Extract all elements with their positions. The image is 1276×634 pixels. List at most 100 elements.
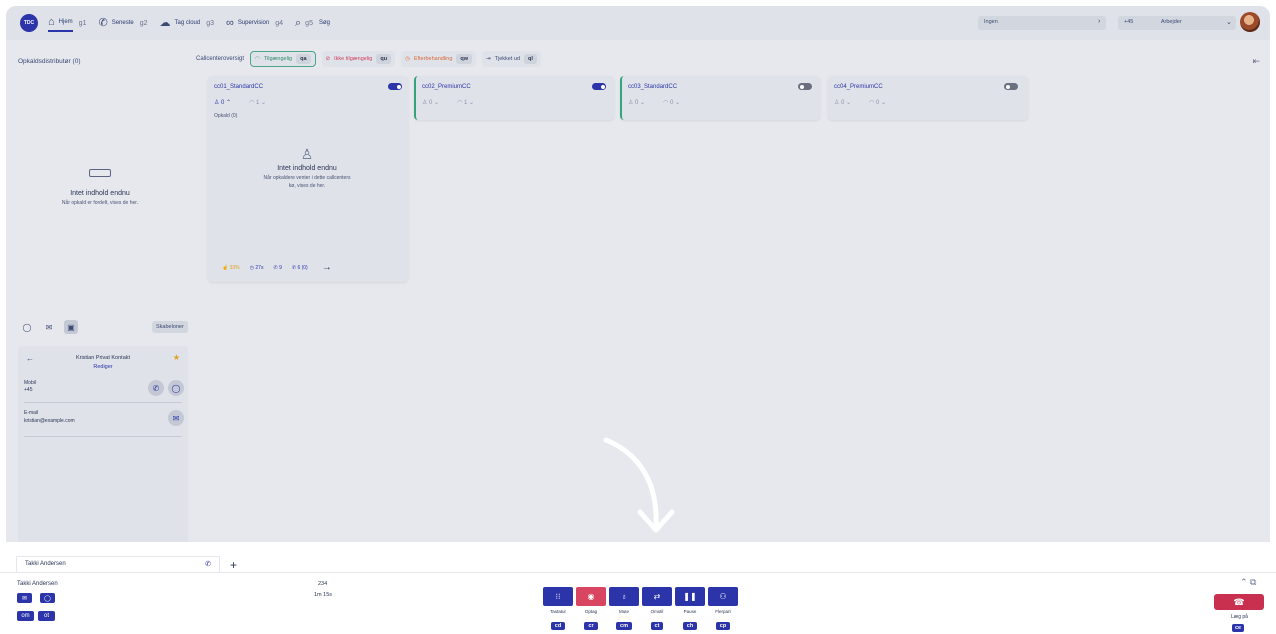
cc02-stats: ♙ 0 ⌄ ◠ 1 ⌄ — [422, 99, 474, 106]
hangup-button[interactable]: ☎ — [1214, 594, 1264, 610]
cc02-queue: ◠ 1 ⌄ — [457, 100, 475, 106]
main-nav: ⌂ Hjem g1 ✆ Seneste g2 ☁ Tag cloud g3 ∞ … — [48, 14, 330, 32]
contact-edit-link[interactable]: Rediger — [18, 364, 188, 370]
email-contact-button[interactable]: ✉ — [168, 410, 184, 426]
nav-supervision[interactable]: ∞ Supervision — [226, 14, 269, 32]
templates-button[interactable]: Skabeloner — [152, 321, 188, 333]
cc01-stats: ♙ 0 ⌃ ◠ 1 ⌄ — [214, 99, 266, 106]
mail-caller-button[interactable]: ✉ — [17, 593, 32, 603]
chevron-down-icon: ⌄ — [1226, 19, 1232, 26]
phone-icon: ✆ — [205, 561, 211, 568]
cc04-toggle[interactable] — [1004, 83, 1018, 90]
nav-recent-shortcut: g2 — [139, 19, 148, 27]
pause-control[interactable]: ❚❚ Pause ch — [675, 587, 705, 632]
keypad-control[interactable]: ⁝⁝ Tastatur cd — [543, 587, 573, 632]
nav-recent[interactable]: ✆ Seneste — [98, 14, 133, 32]
avatar[interactable] — [1240, 12, 1260, 32]
contact-card: ← Kristian Privat Kontakt Rediger ★ Mobi… — [18, 346, 188, 542]
filter-unavailable[interactable]: ⊘ Ikke tilgængelig qu — [321, 51, 396, 67]
cc01-name: cc01_StandardCC — [214, 84, 264, 90]
star-icon[interactable]: ★ — [173, 353, 180, 362]
conference-control[interactable]: ⚇ Flerpart cp — [708, 587, 738, 632]
add-tab-button[interactable]: + — [230, 558, 237, 572]
person-icon: ♙ — [300, 146, 314, 162]
nav-supervision-shortcut: g4 — [275, 19, 283, 27]
pause-label: Pause — [683, 609, 697, 614]
inbox-icon — [89, 169, 111, 177]
queue-select[interactable]: Ingen — [978, 16, 1106, 30]
nav-search-label: Søg — [318, 20, 330, 26]
hangup-icon: ☎ — [1233, 596, 1245, 607]
call-contact-button[interactable]: ✆ — [148, 380, 164, 396]
cc02-toggle[interactable] — [592, 83, 606, 90]
collapse-panel-icon[interactable]: ⇤ — [1252, 56, 1260, 67]
cc01-footer-stats: ☝ 33% ◷ 27s ✆ 9 ✆ 6 (0) → — [222, 262, 332, 273]
callcenter-card-cc02[interactable]: cc02_PremiumCC ♙ 0 ⌄ ◠ 1 ⌄ — [414, 76, 614, 120]
callcenter-overview-header: Callcenteroversigt ◠ Tilgængelig qa ⊘ Ik… — [196, 50, 541, 68]
record-icon[interactable]: ◉ — [576, 587, 606, 606]
contact-card-icon[interactable]: ▣ — [64, 320, 78, 334]
nav-tag-cloud[interactable]: ☁ Tag cloud — [160, 14, 201, 32]
clock-icon: ◷ — [405, 56, 410, 62]
mute-control[interactable]: ♁ Mute cm — [609, 587, 639, 632]
chat-contact-button[interactable]: ◯ — [168, 380, 184, 396]
keypad-icon[interactable]: ⁝⁝ — [543, 587, 573, 606]
nav-search-shortcut: g5 — [305, 19, 313, 27]
conference-label: Flerpart — [715, 609, 731, 614]
caller-name: Takki Andersen — [17, 581, 58, 587]
distributor-empty-state: Intet indhold endnu Når opkald er fordel… — [6, 164, 194, 208]
phone-number: +45 — [1124, 19, 1134, 25]
callcenter-card-cc01[interactable]: cc01_StandardCC ♙ 0 ⌃ ◠ 1 ⌄ Opkald (0) ♙… — [208, 76, 408, 282]
cc01-stat-answered: ✆ 9 — [273, 264, 282, 271]
chat-caller-button[interactable]: ◯ — [40, 593, 55, 603]
keypad-key: cd — [550, 622, 566, 630]
caller-key-ot: ot — [38, 611, 55, 621]
transfer-label: Omstil — [650, 609, 664, 614]
call-tab[interactable]: Takki Andersen ✆ — [16, 556, 220, 572]
filter-available-key: qa — [296, 54, 311, 64]
hangup-label: Læg på — [1231, 614, 1248, 620]
cc04-name: cc04_PremiumCC — [834, 84, 883, 90]
pointer-arrow — [603, 437, 675, 533]
pause-icon[interactable]: ❚❚ — [675, 587, 705, 606]
filter-wrapup[interactable]: ◷ Efterbehandling qw — [401, 51, 477, 67]
call-tabs: Takki Andersen ✆ + — [16, 556, 237, 572]
nav-home[interactable]: ⌂ Hjem — [48, 14, 73, 32]
transfer-key: ct — [650, 622, 664, 630]
cc01-empty-title: Intet indhold endnu — [277, 165, 337, 172]
contact-divider — [24, 402, 182, 403]
transfer-icon[interactable]: ⇄ — [642, 587, 672, 606]
expand-icon[interactable]: ⌃ ⧉ — [1240, 577, 1256, 588]
cc03-agents: ♙ 0 ⌄ — [628, 100, 646, 106]
cc03-queue: ◠ 0 ⌄ — [663, 100, 681, 106]
status-select[interactable]: +45 Arbejder — [1118, 16, 1236, 30]
arrow-right-icon[interactable]: → — [322, 262, 332, 273]
filter-available[interactable]: ◠ Tilgængelig qa — [250, 51, 316, 67]
nav-tag-cloud-label: Tag cloud — [174, 20, 201, 26]
callcenter-card-cc03[interactable]: cc03_StandardCC ♙ 0 ⌄ ◠ 0 ⌄ — [620, 76, 820, 120]
distributor-empty-title: Intet indhold endnu — [70, 190, 130, 197]
email-label: E-mail — [24, 410, 39, 416]
chat-icon[interactable]: ◯ — [20, 320, 34, 334]
nav-supervision-label: Supervision — [237, 20, 270, 26]
cc04-stats: ♙ 0 ⌄ ◠ 0 ⌄ — [834, 99, 886, 106]
record-control[interactable]: ◉ Optag cr — [576, 587, 606, 632]
keypad-label: Tastatur — [549, 609, 566, 614]
mic-icon[interactable]: ♁ — [609, 587, 639, 606]
cc01-queue: ◠ 1 ⌄ — [249, 100, 267, 106]
conference-icon[interactable]: ⚇ — [708, 587, 738, 606]
cc01-stat-missed: ✆ 6 (0) — [291, 264, 308, 271]
logout-icon: ⇥ — [486, 56, 491, 62]
tdc-logo: TDC — [20, 14, 38, 32]
cc03-toggle[interactable] — [798, 83, 812, 90]
callcenter-card-cc04[interactable]: cc04_PremiumCC ♙ 0 ⌄ ◠ 0 ⌄ — [828, 76, 1028, 120]
mobile-label: Mobil — [24, 380, 36, 386]
filter-checked-out[interactable]: ⇥ Tjekket ud ql — [482, 51, 541, 67]
transfer-control[interactable]: ⇄ Omstil ct — [642, 587, 672, 632]
nav-search[interactable]: ⌕ g5 Søg — [295, 14, 330, 32]
filter-available-label: Tilgængelig — [263, 56, 293, 62]
phone-icon: ✆ — [98, 16, 108, 29]
mail-icon[interactable]: ✉ — [42, 320, 56, 334]
headset-icon: ◠ — [255, 56, 260, 62]
cc01-toggle[interactable] — [388, 83, 402, 90]
